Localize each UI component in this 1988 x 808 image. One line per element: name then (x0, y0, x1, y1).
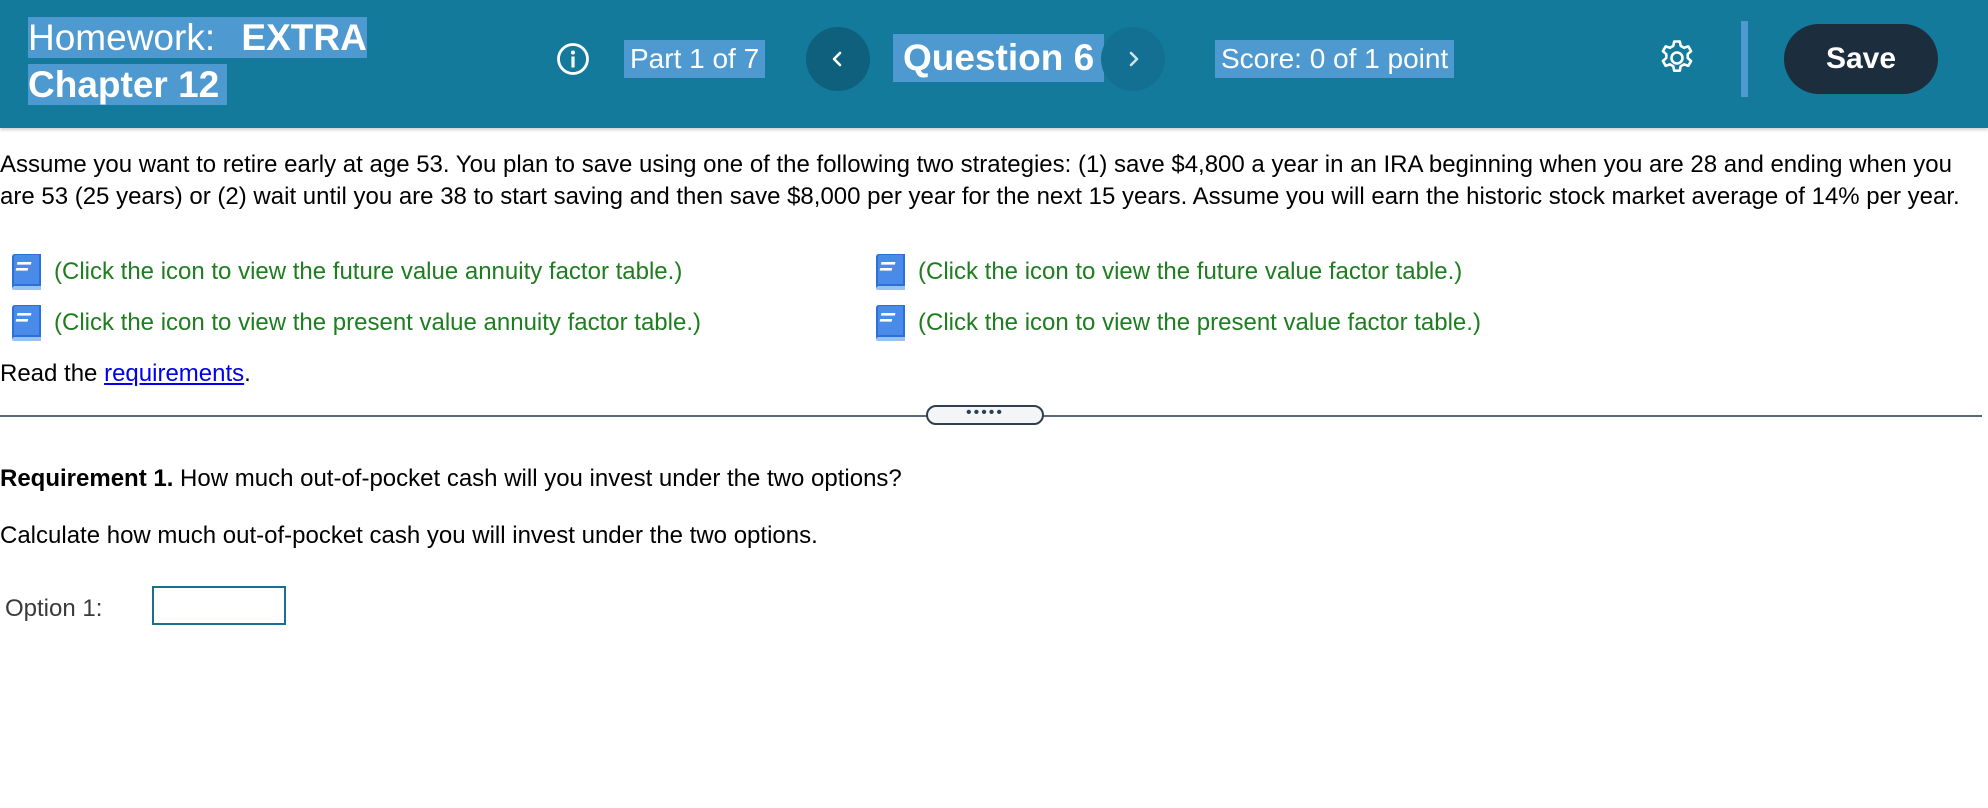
pane-resize-handle[interactable]: ••••• (926, 405, 1044, 425)
part-indicator: Part 1 of 7 (624, 40, 766, 78)
table-link-label[interactable]: (Click the icon to view the present valu… (54, 309, 701, 337)
book-icon[interactable] (868, 301, 912, 345)
book-icon[interactable] (868, 250, 912, 294)
table-link-label[interactable]: (Click the icon to view the future value… (54, 258, 682, 286)
next-question-button[interactable] (1101, 27, 1165, 91)
question-title: Question 6 (893, 34, 1105, 82)
chevron-right-icon (1129, 51, 1139, 67)
read-suffix: . (244, 360, 251, 387)
fv-factor-table-link[interactable]: (Click the icon to view the future value… (868, 250, 1462, 294)
top-toolbar: Homework: EXTRA CREDIT Chapter 12 Part 1… (0, 0, 1988, 128)
gear-icon[interactable] (1657, 38, 1697, 78)
header-divider (1741, 21, 1748, 97)
book-icon[interactable] (4, 301, 48, 345)
factor-table-links: (Click the icon to view the future value… (0, 250, 1700, 350)
table-link-label[interactable]: (Click the icon to view the future value… (918, 258, 1462, 286)
problem-statement: Assume you want to retire early at age 5… (0, 151, 1960, 210)
homework-title: Homework: EXTRA CREDIT Chapter 12 (28, 14, 508, 108)
chevron-left-icon (832, 51, 842, 67)
option-1-label: Option 1: (5, 595, 103, 622)
homework-prefix: Homework: (28, 17, 224, 58)
requirement-question: How much out-of-pocket cash will you inv… (173, 465, 902, 492)
requirement-1: Requirement 1. How much out-of-pocket ca… (0, 463, 902, 495)
read-prefix: Read the (0, 360, 105, 387)
info-icon[interactable] (556, 42, 590, 76)
save-button[interactable]: Save (1784, 24, 1938, 94)
score-indicator: Score: 0 of 1 point (1215, 40, 1455, 78)
requirements-link[interactable]: requirements (104, 360, 244, 387)
option-1-input[interactable] (152, 586, 286, 625)
pv-factor-table-link[interactable]: (Click the icon to view the present valu… (868, 301, 1481, 345)
instruction-text: Calculate how much out-of-pocket cash yo… (0, 522, 818, 549)
previous-question-button[interactable] (806, 27, 870, 91)
requirement-label: Requirement 1. (0, 465, 174, 492)
table-link-label[interactable]: (Click the icon to view the present valu… (918, 309, 1481, 337)
fv-annuity-table-link[interactable]: (Click the icon to view the future value… (4, 250, 682, 294)
homework-name-line2: Chapter 12 (28, 64, 228, 105)
pv-annuity-table-link[interactable]: (Click the icon to view the present valu… (4, 301, 701, 345)
book-icon[interactable] (4, 250, 48, 294)
read-requirements-line: Read the requirements. (0, 358, 251, 390)
